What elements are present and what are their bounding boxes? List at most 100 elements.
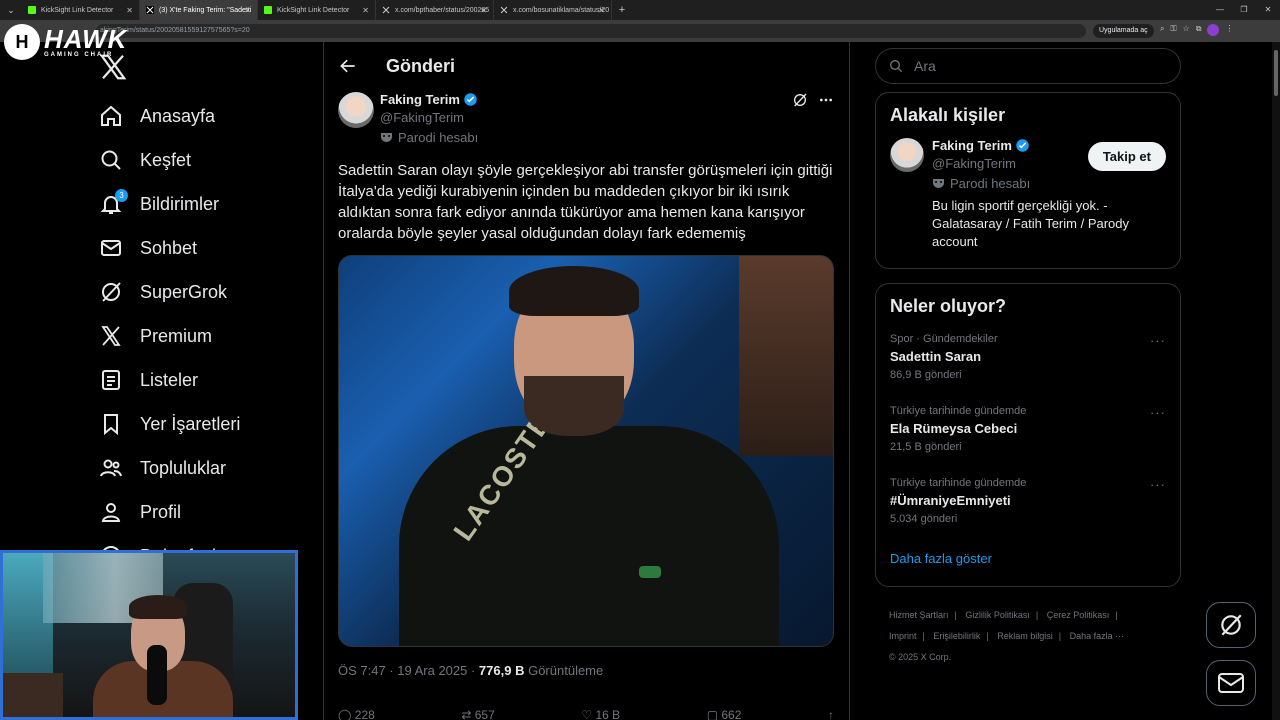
password-key-icon[interactable]: ⚿ (1170, 24, 1176, 36)
nav-item-explore[interactable]: Keşfet (98, 138, 240, 182)
footer-link-cookies[interactable]: Çerez Politikası (1047, 610, 1110, 620)
tab-close-icon[interactable]: ✕ (244, 6, 251, 15)
nav-item-profile[interactable]: Profil (98, 490, 240, 534)
extensions-icon[interactable]: ⧉ (1196, 24, 1202, 36)
open-in-app-button[interactable]: Uygulamada aç (1093, 24, 1154, 38)
nav-item-supergrok[interactable]: SuperGrok (98, 270, 240, 314)
related-person[interactable]: Faking Terim @FakingTerim Parodi hesabı … (876, 126, 1180, 251)
more-options-icon[interactable] (818, 92, 834, 108)
nav-item-premium[interactable]: Premium (98, 314, 240, 358)
profile-avatar[interactable] (1207, 24, 1220, 36)
column-divider-right (849, 42, 850, 720)
zoom-icon[interactable]: ⌕ (1160, 24, 1164, 36)
streamer-webcam-overlay (0, 550, 298, 720)
trend-name: #ÜmraniyeEmniyeti (890, 493, 1011, 508)
reply-button[interactable]: ◯ 228 (338, 708, 375, 720)
show-more-link[interactable]: Daha fazla göster (876, 551, 1180, 566)
trend-more-icon[interactable]: ··· (1150, 405, 1166, 420)
kicksight-favicon-icon (28, 6, 36, 14)
x-favicon-icon (500, 6, 508, 14)
browser-tab[interactable]: KickSight Link Detector ✕ (258, 0, 376, 20)
footer-link-imprint[interactable]: Imprint (889, 631, 917, 641)
tab-close-icon[interactable]: ✕ (362, 6, 369, 15)
post-text: Sadettin Saran olayı şöyle gerçekleşiyor… (338, 162, 833, 242)
tab-close-icon[interactable]: ✕ (126, 6, 133, 15)
search-icon (98, 147, 124, 173)
grok-icon[interactable] (792, 92, 808, 108)
page-title: Gönderi (386, 55, 456, 76)
kicksight-favicon-icon (264, 6, 272, 14)
footer-link-more[interactable]: Daha fazla ··· (1070, 631, 1125, 641)
avatar[interactable] (890, 138, 924, 172)
trend-item[interactable]: Spor · Gündemdekiler Sadettin Saran 86,9… (876, 333, 1180, 405)
nav-label: Premium (140, 325, 213, 346)
tab-search-button[interactable]: ⌄ (0, 0, 22, 20)
author-handle[interactable]: @FakingTerim (380, 110, 478, 125)
x-favicon-icon (146, 6, 154, 14)
avatar[interactable] (338, 92, 374, 128)
related-name[interactable]: Faking Terim (932, 138, 1012, 153)
nav-label: Keşfet (140, 149, 192, 170)
x-icon (98, 323, 124, 349)
close-window-icon[interactable]: ✕ (1256, 0, 1280, 20)
scrollbar-thumb[interactable] (1274, 50, 1278, 96)
browser-tab[interactable]: x.com/bosunatiklama/status/20 ✕ (494, 0, 612, 20)
tab-close-icon[interactable]: ✕ (598, 6, 605, 15)
share-icon[interactable]: ↑ (828, 708, 834, 720)
trend-more-icon[interactable]: ··· (1150, 333, 1166, 348)
nav-label: Yer İşaretleri (140, 413, 241, 434)
tab-close-icon[interactable]: ✕ (480, 6, 487, 15)
post-media-image[interactable]: LACOSTE (338, 255, 834, 647)
search-box[interactable] (875, 48, 1181, 84)
author-name-row[interactable]: Faking Terim (380, 92, 478, 107)
footer-links: Hizmet Şartları | Gizlilik Politikası | Çe… (889, 605, 1179, 668)
trend-item[interactable]: Türkiye tarihinde gündemde Ela Rümeysa C… (876, 405, 1180, 477)
trend-item[interactable]: Türkiye tarihinde gündemde #ÜmraniyeEmni… (876, 477, 1180, 549)
url-field[interactable]: akingTerim/status/2002058155912757565?s=… (96, 24, 1086, 38)
restore-icon[interactable]: ❐ (1232, 0, 1256, 20)
repost-button[interactable]: ⇄ 657 (461, 708, 494, 720)
browser-tab[interactable]: KickSight Link Detector ✕ (22, 0, 140, 20)
browser-tab-active[interactable]: (3) X'te Faking Terim: "Sadetti ✕ (140, 0, 258, 20)
bookmark-button[interactable]: ▢ 662 (707, 708, 742, 720)
like-button[interactable]: ♡ 16 B (581, 708, 620, 720)
nav-item-bookmarks[interactable]: Yer İşaretleri (98, 402, 240, 446)
post: Faking Terim @FakingTerim Parodi hesabı … (338, 92, 834, 678)
bell-icon: 3 (98, 189, 128, 217)
footer-separator: | (922, 631, 925, 641)
media-person-hair (509, 266, 639, 316)
like-count: 16 B (595, 708, 621, 720)
nav-item-lists[interactable]: Listeler (98, 358, 240, 402)
hawk-wordmark: HAWK GAMING CHAIR (44, 26, 127, 58)
browser-tab[interactable]: x.com/bpthaber/status/200265 ✕ (376, 0, 494, 20)
page-scrollbar[interactable] (1272, 42, 1280, 720)
trend-count: 86,9 B gönderi (890, 369, 962, 381)
footer-link-terms[interactable]: Hizmet Şartları (889, 610, 949, 620)
search-input[interactable] (914, 58, 1164, 74)
nav-item-communities[interactable]: Topluluklar (98, 446, 240, 490)
back-arrow-icon[interactable] (338, 56, 358, 76)
author-name[interactable]: Faking Terim (380, 92, 460, 107)
nav-item-notifications[interactable]: 3 Bildirimler (98, 182, 240, 226)
footer-link-privacy[interactable]: Gizlilik Politikası (965, 610, 1030, 620)
follow-button[interactable]: Takip et (1087, 142, 1166, 171)
new-tab-button[interactable]: + (612, 4, 632, 16)
nav-item-messages[interactable]: Sohbet (98, 226, 240, 270)
nav-item-home[interactable]: Anasayfa (98, 94, 240, 138)
grok-icon (1221, 614, 1242, 636)
parody-label-row: Parodi hesabı (932, 176, 1166, 191)
minimize-icon[interactable]: — (1208, 0, 1232, 20)
grok-floating-button[interactable] (1206, 602, 1256, 648)
bookmark-star-icon[interactable]: ☆ (1183, 24, 1190, 36)
messages-floating-button[interactable] (1206, 660, 1256, 706)
post-header: Gönderi (324, 42, 849, 90)
parody-label: Parodi hesabı (950, 176, 1031, 191)
post-timestamp[interactable]: ÖS 7:47 · 19 Ara 2025 · (338, 663, 479, 678)
footer-link-accessibility[interactable]: Erişilebilirlik (933, 631, 980, 641)
trend-name: Sadettin Saran (890, 349, 982, 364)
post-author: Faking Terim @FakingTerim Parodi hesabı (380, 92, 478, 150)
trend-more-icon[interactable]: ··· (1150, 477, 1166, 492)
primary-navigation: Anasayfa Keşfet 3 Bildirimler Sohbet Sup… (98, 94, 240, 578)
footer-link-ads[interactable]: Reklam bilgisi (997, 631, 1053, 641)
browser-menu-icon[interactable]: ⋮ (1225, 24, 1233, 36)
